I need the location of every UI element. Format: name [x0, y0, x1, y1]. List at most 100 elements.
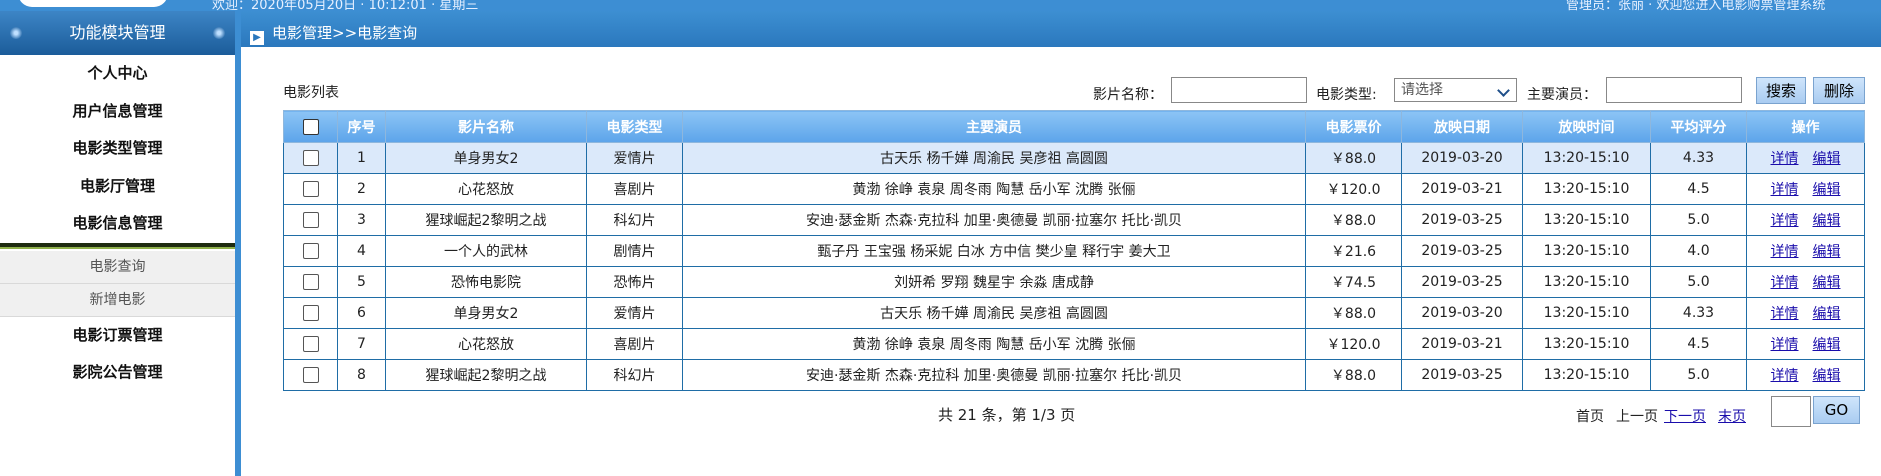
- cell-price: ￥120.0: [1305, 173, 1402, 205]
- date-text: 欢迎：2020年05月20日 · 10:12:01 · 星期三: [212, 0, 479, 11]
- sidebar-title-bar: 功能模块管理: [0, 11, 235, 55]
- sidebar-item-tickets[interactable]: 电影订票管理: [0, 317, 235, 355]
- edit-link[interactable]: 编辑: [1813, 182, 1841, 198]
- cell-actors: 刘妍希 罗翔 魏星宇 余淼 唐成静: [682, 266, 1306, 298]
- edit-link[interactable]: 编辑: [1813, 275, 1841, 291]
- sidebar-item-users[interactable]: 用户信息管理: [0, 93, 235, 131]
- first-page-text: 首页: [1576, 409, 1604, 425]
- submenu-item-movie-query[interactable]: 电影查询: [0, 251, 235, 284]
- cell-no: 5: [337, 266, 386, 298]
- row-checkbox[interactable]: [302, 212, 319, 228]
- detail-link[interactable]: 详情: [1771, 337, 1799, 353]
- cell-actors: 古天乐 杨千嬅 周渝民 吴彦祖 高圆圆: [682, 297, 1306, 329]
- cell-price: ￥88.0: [1305, 297, 1402, 329]
- movies-submenu: 电影查询 新增电影: [0, 250, 235, 317]
- cell-name: 心花怒放: [385, 173, 587, 205]
- movie-name-input[interactable]: [1171, 77, 1307, 103]
- edit-link[interactable]: 编辑: [1813, 213, 1841, 229]
- column-header: 放映时间: [1522, 110, 1651, 143]
- sidebar-item-profile[interactable]: 个人中心: [0, 55, 235, 93]
- cell-date: 2019-03-21: [1401, 328, 1523, 360]
- cell-no: 8: [337, 359, 386, 391]
- select-all-checkbox[interactable]: [302, 118, 319, 135]
- cell-actors: 安迪·瑟金斯 杰森·克拉科 加里·奥德曼 凯丽·拉塞尔 托比·凯贝: [682, 204, 1306, 236]
- prev-page-text: 上一页: [1616, 409, 1658, 425]
- next-page-label[interactable]: 下一页: [1664, 409, 1706, 425]
- cell-no: 7: [337, 328, 386, 360]
- cell-actors: 甄子丹 王宝强 杨采妮 白冰 方中信 樊少皇 释行宇 姜大卫: [682, 235, 1306, 267]
- row-select-cell: [283, 235, 338, 267]
- cell-no: 1: [337, 142, 386, 174]
- row-select-cell: [283, 142, 338, 174]
- row-checkbox[interactable]: [302, 181, 319, 197]
- cell-price: ￥120.0: [1305, 328, 1402, 360]
- sidebar-item-movies[interactable]: 电影信息管理: [0, 205, 235, 247]
- actor-input[interactable]: [1606, 77, 1742, 103]
- actor-label: 主要演员：: [1527, 87, 1597, 103]
- cell-actions: 详情 编辑: [1746, 204, 1865, 236]
- sidebar-item-halls[interactable]: 电影厅管理: [0, 168, 235, 206]
- cell-name: 心花怒放: [385, 328, 587, 360]
- cell-type: 科幻片: [586, 204, 683, 236]
- cell-rating: 4.5: [1650, 328, 1747, 360]
- cell-actions: 详情 编辑: [1746, 235, 1865, 267]
- edit-link[interactable]: 编辑: [1813, 306, 1841, 322]
- edit-link[interactable]: 编辑: [1813, 244, 1841, 260]
- cell-type: 恐怖片: [586, 266, 683, 298]
- cell-actors: 安迪·瑟金斯 杰森·克拉科 加里·奥德曼 凯丽·拉塞尔 托比·凯贝: [682, 359, 1306, 391]
- detail-link[interactable]: 详情: [1771, 368, 1799, 384]
- column-header: 操作: [1746, 110, 1865, 143]
- row-select-cell: [283, 173, 338, 205]
- page-number-input[interactable]: [1771, 396, 1811, 427]
- cell-name: 猩球崛起2黎明之战: [385, 204, 587, 236]
- row-checkbox[interactable]: [302, 305, 319, 321]
- edit-link[interactable]: 编辑: [1813, 337, 1841, 353]
- column-header: 电影票价: [1305, 110, 1402, 143]
- cell-type: 喜剧片: [586, 328, 683, 360]
- last-page-label[interactable]: 末页: [1718, 409, 1746, 425]
- row-checkbox[interactable]: [302, 367, 319, 383]
- table-row: 4 一个人的武林 剧情片 甄子丹 王宝强 杨采妮 白冰 方中信 樊少皇 释行宇 姜大卫…: [283, 235, 1865, 267]
- table-row: 2 心花怒放 喜剧片 黄渤 徐峥 袁泉 周冬雨 陶慧 岳小军 沈腾 张俪 ￥120.0 2…: [283, 173, 1865, 205]
- search-button[interactable]: 搜索: [1756, 77, 1806, 104]
- detail-link[interactable]: 详情: [1771, 306, 1799, 322]
- detail-link[interactable]: 详情: [1771, 182, 1799, 198]
- breadcrumb: 电影管理>>电影查询: [272, 24, 418, 42]
- table-row: 3 猩球崛起2黎明之战 科幻片 安迪·瑟金斯 杰森·克拉科 加里·奥德曼 凯丽·拉塞尔…: [283, 204, 1865, 236]
- table-row: 8 猩球崛起2黎明之战 科幻片 安迪·瑟金斯 杰森·克拉科 加里·奥德曼 凯丽·拉塞尔…: [283, 359, 1865, 391]
- cell-rating: 4.33: [1650, 142, 1747, 174]
- row-checkbox[interactable]: [302, 336, 319, 352]
- cell-time: 13:20-15:10: [1522, 266, 1651, 298]
- table-row: 1 单身男女2 爱情片 古天乐 杨千嬅 周渝民 吴彦祖 高圆圆 ￥88.0 2019-03…: [283, 142, 1865, 174]
- cell-no: 2: [337, 173, 386, 205]
- detail-link[interactable]: 详情: [1771, 275, 1799, 291]
- cell-actors: 古天乐 杨千嬅 周渝民 吴彦祖 高圆圆: [682, 142, 1306, 174]
- movie-name-label: 影片名称：: [1093, 87, 1163, 103]
- row-checkbox[interactable]: [302, 274, 319, 290]
- row-checkbox[interactable]: [302, 243, 319, 259]
- cell-actions: 详情 编辑: [1746, 266, 1865, 298]
- sidebar-item-movie-types[interactable]: 电影类型管理: [0, 130, 235, 168]
- sidebar-divider: [235, 11, 241, 476]
- detail-link[interactable]: 详情: [1771, 244, 1799, 260]
- column-header: 主要演员: [682, 110, 1306, 143]
- cell-date: 2019-03-20: [1401, 297, 1523, 329]
- cell-rating: 5.0: [1650, 204, 1747, 236]
- last-page-link[interactable]: 末页: [1718, 406, 1746, 426]
- edit-link[interactable]: 编辑: [1813, 151, 1841, 167]
- sidebar-item-announcements[interactable]: 影院公告管理: [0, 354, 235, 392]
- detail-link[interactable]: 详情: [1771, 151, 1799, 167]
- go-button[interactable]: GO: [1813, 396, 1860, 424]
- delete-button[interactable]: 删除: [1813, 77, 1865, 104]
- cell-name: 恐怖电影院: [385, 266, 587, 298]
- submenu-item-add-movie[interactable]: 新增电影: [0, 284, 235, 317]
- detail-link[interactable]: 详情: [1771, 213, 1799, 229]
- edit-link[interactable]: 编辑: [1813, 368, 1841, 384]
- row-select-cell: [283, 266, 338, 298]
- row-checkbox[interactable]: [302, 150, 319, 166]
- cell-date: 2019-03-25: [1401, 204, 1523, 236]
- movie-type-select[interactable]: 请选择: [1394, 78, 1517, 102]
- cell-no: 6: [337, 297, 386, 329]
- cell-date: 2019-03-25: [1401, 266, 1523, 298]
- next-page-link[interactable]: 下一页: [1664, 406, 1706, 426]
